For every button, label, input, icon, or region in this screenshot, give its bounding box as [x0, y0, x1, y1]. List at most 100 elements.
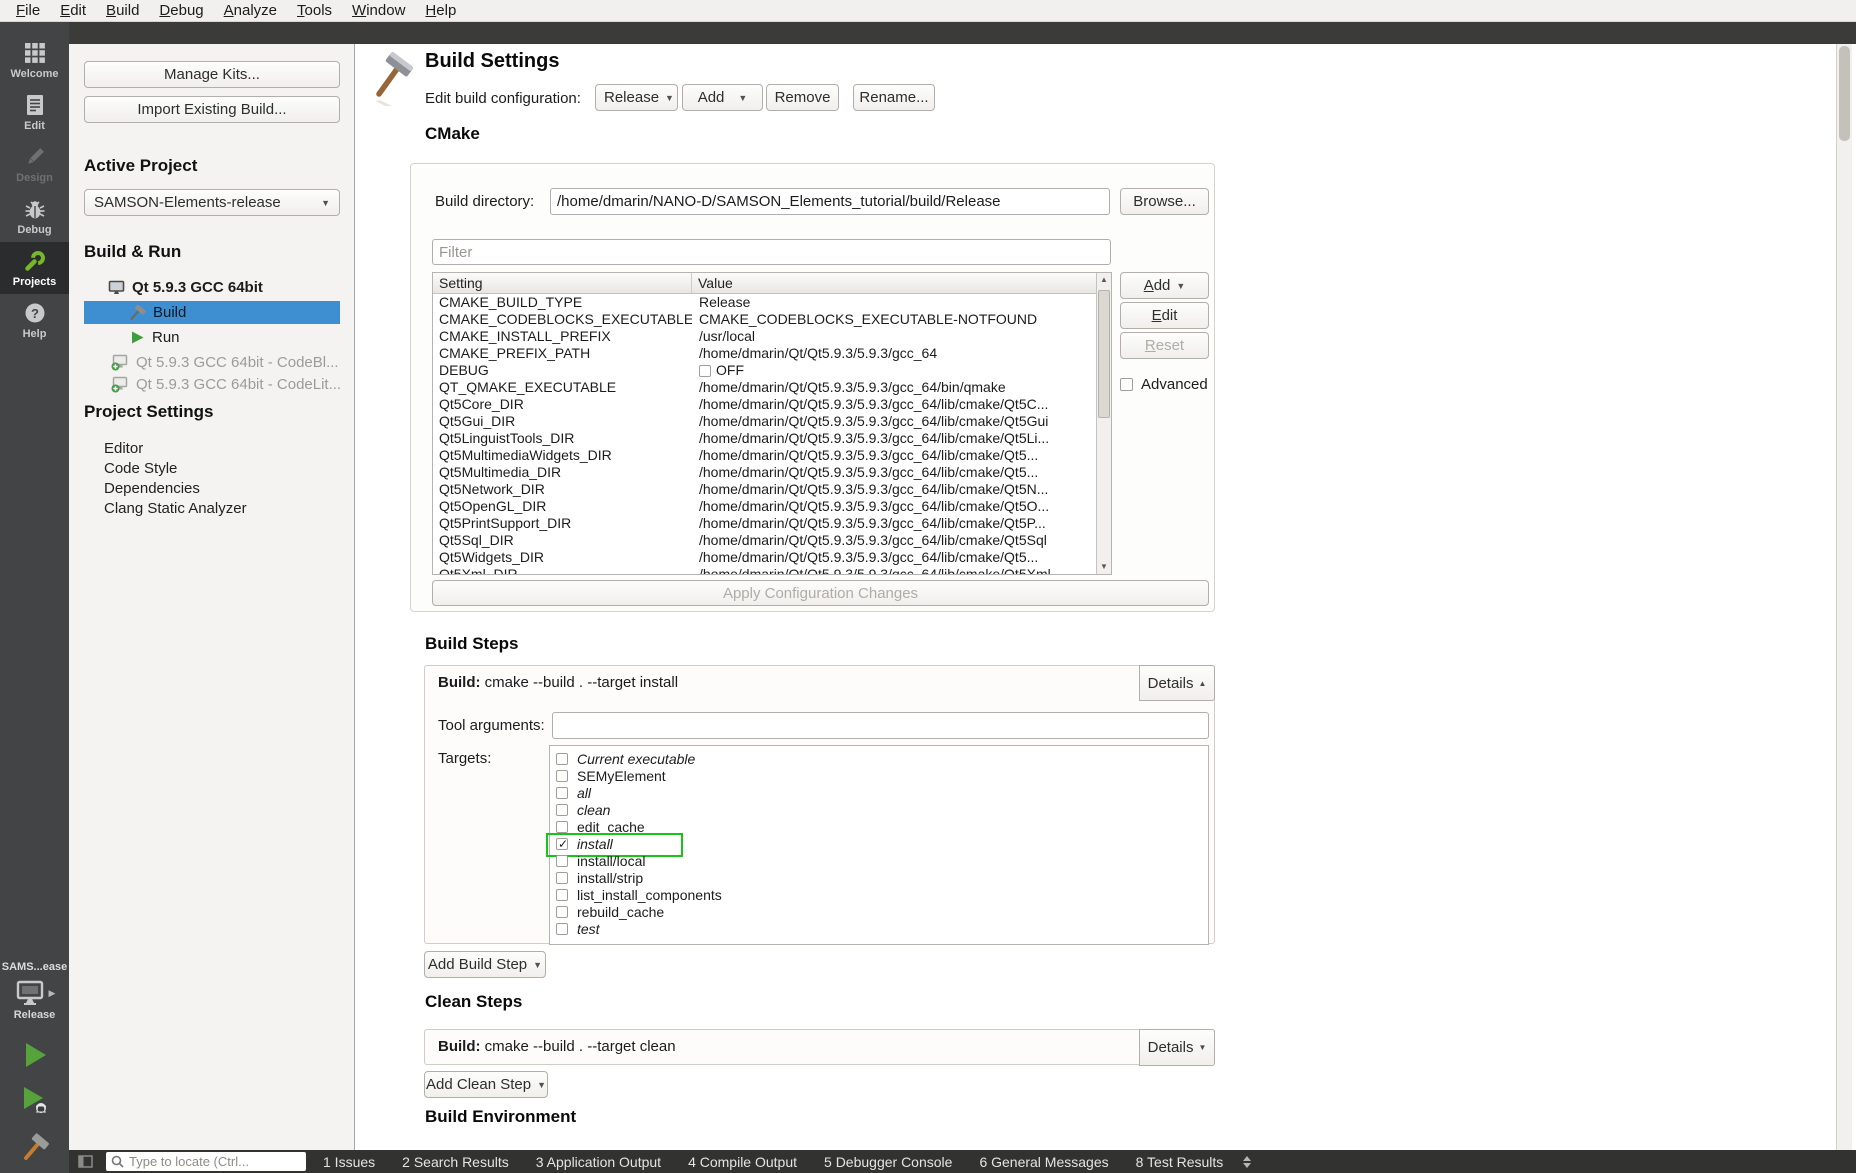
- value-checkbox[interactable]: [699, 365, 711, 377]
- cmake-variable-row[interactable]: Qt5Network_DIR /home/dmarin/Qt/Qt5.9.3/5…: [433, 481, 1096, 498]
- target-row[interactable]: edit_cache: [550, 818, 1208, 835]
- active-project-select[interactable]: SAMSON-Elements-release ▼: [84, 189, 340, 216]
- tree-item-disabled-kit[interactable]: Qt 5.9.3 GCC 64bit - CodeBl...: [111, 351, 339, 374]
- output-pane-tab[interactable]: 1 Issues: [323, 1154, 375, 1170]
- mode-welcome[interactable]: Welcome: [0, 34, 69, 86]
- target-row[interactable]: all: [550, 784, 1208, 801]
- scroll-down-icon[interactable]: ▼: [1097, 560, 1111, 574]
- cmake-variable-row[interactable]: Qt5Multimedia_DIR /home/dmarin/Qt/Qt5.9.…: [433, 464, 1096, 481]
- project-settings-item[interactable]: Code Style: [104, 459, 177, 478]
- output-pane-tab[interactable]: 4 Compile Output: [688, 1154, 797, 1170]
- mode-help[interactable]: ? Help: [0, 294, 69, 346]
- column-header-setting[interactable]: Setting: [433, 273, 692, 293]
- add-clean-step-button[interactable]: Add Clean Step▼: [424, 1071, 548, 1098]
- target-checkbox[interactable]: [556, 872, 568, 884]
- output-pane-tab[interactable]: 8 Test Results: [1136, 1154, 1224, 1170]
- tree-item-kit[interactable]: Qt 5.9.3 GCC 64bit: [108, 276, 263, 299]
- tree-item-build[interactable]: Build: [84, 301, 340, 324]
- config-select[interactable]: Release▼: [595, 84, 678, 111]
- build-button[interactable]: [21, 1132, 49, 1162]
- target-checkbox[interactable]: [556, 855, 568, 867]
- menu-item[interactable]: Analyze: [214, 0, 287, 21]
- clean-step-details-button[interactable]: Details▼: [1139, 1029, 1215, 1066]
- cmake-variable-row[interactable]: Qt5OpenGL_DIR /home/dmarin/Qt/Qt5.9.3/5.…: [433, 498, 1096, 515]
- cmake-variable-row[interactable]: Qt5PrintSupport_DIR /home/dmarin/Qt/Qt5.…: [433, 515, 1096, 532]
- output-pane-tab[interactable]: 2 Search Results: [402, 1154, 509, 1170]
- target-row[interactable]: list_install_components: [550, 886, 1208, 903]
- cmake-variable-row[interactable]: CMAKE_BUILD_TYPE Release: [433, 294, 1096, 311]
- target-checkbox[interactable]: [556, 770, 568, 782]
- advanced-checkbox[interactable]: [1120, 378, 1133, 391]
- target-row[interactable]: SEMyElement: [550, 767, 1208, 784]
- rename-config-button[interactable]: Rename...: [853, 84, 935, 111]
- add-config-button[interactable]: Add▼: [682, 84, 763, 111]
- build-directory-input[interactable]: [550, 188, 1110, 215]
- cmake-variable-row[interactable]: Qt5Sql_DIR /home/dmarin/Qt/Qt5.9.3/5.9.3…: [433, 532, 1096, 549]
- add-build-step-button[interactable]: Add Build Step▼: [424, 951, 546, 978]
- target-checkbox[interactable]: [556, 838, 568, 850]
- target-checkbox[interactable]: [556, 804, 568, 816]
- target-checkbox[interactable]: [556, 923, 568, 935]
- tree-item-run[interactable]: Run: [130, 326, 180, 349]
- target-row[interactable]: clean: [550, 801, 1208, 818]
- project-settings-item[interactable]: Clang Static Analyzer: [104, 499, 247, 518]
- target-row[interactable]: Current executable: [550, 750, 1208, 767]
- menu-item[interactable]: Help: [415, 0, 466, 21]
- cmake-variable-row[interactable]: CMAKE_PREFIX_PATH /home/dmarin/Qt/Qt5.9.…: [433, 345, 1096, 362]
- menu-item[interactable]: Tools: [287, 0, 342, 21]
- mode-edit[interactable]: Edit: [0, 86, 69, 138]
- sidebar-toggle-icon[interactable]: [78, 1155, 94, 1169]
- debug-run-button[interactable]: [19, 1084, 51, 1118]
- cmake-variable-row[interactable]: QT_QMAKE_EXECUTABLE /home/dmarin/Qt/Qt5.…: [433, 379, 1096, 396]
- output-pane-tab[interactable]: 5 Debugger Console: [824, 1154, 952, 1170]
- page-scrollbar[interactable]: [1836, 44, 1852, 1150]
- target-checkbox[interactable]: [556, 906, 568, 918]
- run-button[interactable]: [20, 1040, 50, 1070]
- remove-config-button[interactable]: Remove: [766, 84, 839, 111]
- cmake-variable-row[interactable]: CMAKE_CODEBLOCKS_EXECUTABLE CMAKE_CODEBL…: [433, 311, 1096, 328]
- page-scrollbar-thumb[interactable]: [1839, 46, 1850, 141]
- project-settings-item[interactable]: Dependencies: [104, 479, 200, 498]
- menu-item[interactable]: Window: [342, 0, 415, 21]
- menu-item[interactable]: Edit: [50, 0, 96, 21]
- active-project-badge[interactable]: SAMS...ease: [2, 961, 67, 973]
- add-variable-button[interactable]: Add▼: [1120, 272, 1209, 299]
- menu-item[interactable]: Build: [96, 0, 149, 21]
- column-header-value[interactable]: Value: [692, 273, 733, 293]
- locator-field[interactable]: Type to locate (Ctrl...: [106, 1152, 306, 1171]
- cmake-variable-row[interactable]: Qt5Gui_DIR /home/dmarin/Qt/Qt5.9.3/5.9.3…: [433, 413, 1096, 430]
- project-settings-item[interactable]: Editor: [104, 439, 143, 458]
- target-row[interactable]: install: [550, 835, 1208, 852]
- edit-variable-button[interactable]: Edit: [1120, 302, 1209, 329]
- cmake-variable-row[interactable]: CMAKE_INSTALL_PREFIX /usr/local: [433, 328, 1096, 345]
- build-step-details-button[interactable]: Details▲: [1139, 665, 1215, 701]
- cmake-variable-row[interactable]: Qt5Xml_DIR /home/dmarin/Qt/Qt5.9.3/5.9.3…: [433, 566, 1096, 575]
- target-row[interactable]: rebuild_cache: [550, 903, 1208, 920]
- target-row[interactable]: install/strip: [550, 869, 1208, 886]
- advanced-toggle[interactable]: Advanced: [1120, 376, 1208, 393]
- target-checkbox[interactable]: [556, 889, 568, 901]
- import-existing-build-button[interactable]: Import Existing Build...: [84, 96, 340, 123]
- menu-item[interactable]: Debug: [149, 0, 213, 21]
- tree-item-disabled-kit[interactable]: Qt 5.9.3 GCC 64bit - CodeLit...: [111, 373, 341, 396]
- target-checkbox[interactable]: [556, 753, 568, 765]
- cmake-variable-row[interactable]: Qt5LinguistTools_DIR /home/dmarin/Qt/Qt5…: [433, 430, 1096, 447]
- browse-button[interactable]: Browse...: [1120, 188, 1209, 215]
- mode-debug[interactable]: Debug: [0, 190, 69, 242]
- manage-kits-button[interactable]: Manage Kits...: [84, 61, 340, 88]
- target-row[interactable]: test: [550, 920, 1208, 937]
- output-pane-tab[interactable]: 3 Application Output: [536, 1154, 661, 1170]
- mode-projects[interactable]: Projects: [0, 242, 69, 294]
- target-row[interactable]: install/local: [550, 852, 1208, 869]
- scroll-up-icon[interactable]: ▲: [1097, 273, 1111, 287]
- cmake-variable-row[interactable]: Qt5MultimediaWidgets_DIR /home/dmarin/Qt…: [433, 447, 1096, 464]
- output-pane-tab[interactable]: 6 General Messages: [979, 1154, 1108, 1170]
- cmake-variable-row[interactable]: DEBUG OFF: [433, 362, 1096, 379]
- menu-item[interactable]: File: [6, 0, 50, 21]
- cmake-variable-row[interactable]: Qt5Core_DIR /home/dmarin/Qt/Qt5.9.3/5.9.…: [433, 396, 1096, 413]
- table-scrollbar[interactable]: ▲ ▼: [1096, 273, 1111, 574]
- target-checkbox[interactable]: [556, 821, 568, 833]
- pane-updown-icon[interactable]: [1242, 1155, 1252, 1169]
- scrollbar-thumb[interactable]: [1098, 290, 1110, 418]
- kit-selector-button[interactable]: ▶: [14, 979, 56, 1007]
